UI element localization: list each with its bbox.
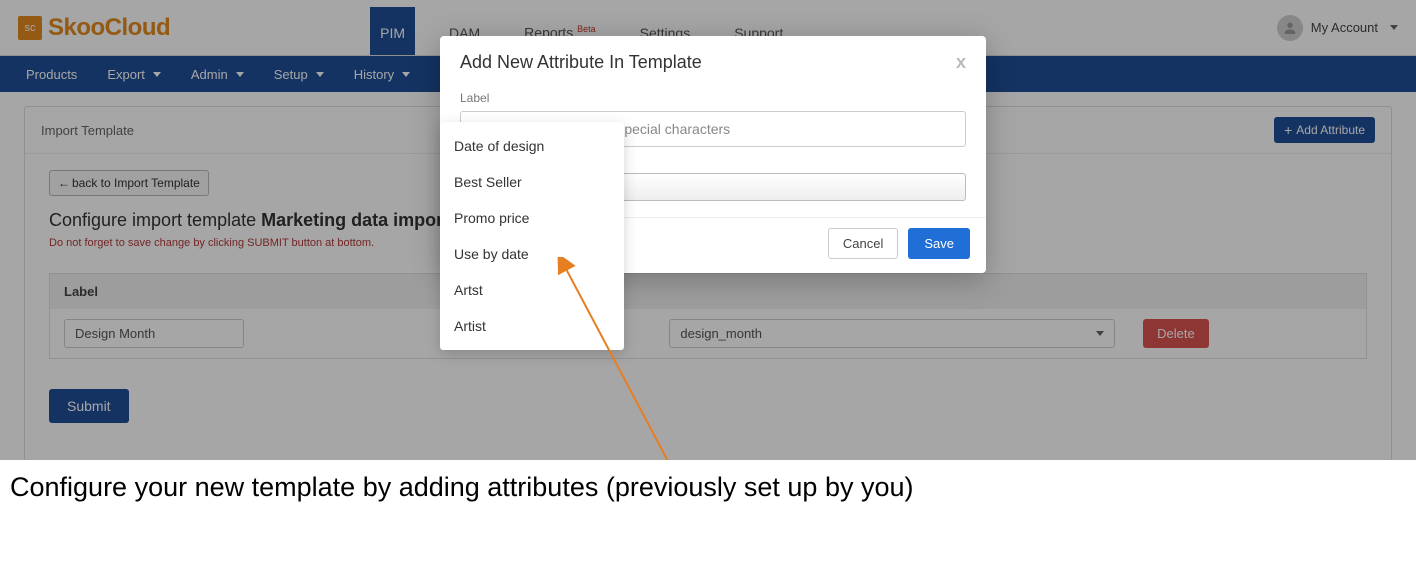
back-label: back to Import Template (72, 176, 200, 190)
account-label: My Account (1311, 20, 1378, 35)
subnav-label: Admin (191, 67, 228, 82)
chevron-down-icon (1096, 331, 1104, 336)
save-button[interactable]: Save (908, 228, 970, 259)
app-screenshot: sc SkooCloud PIM DAM Reports Beta Settin… (0, 0, 1416, 460)
add-attribute-label: Add Attribute (1296, 123, 1365, 137)
account-menu[interactable]: My Account (1277, 15, 1398, 41)
th-field (655, 274, 1129, 309)
add-attribute-button[interactable]: + Add Attribute (1274, 117, 1375, 143)
label-field-label: Label (460, 91, 966, 105)
table-header: Label (50, 274, 1366, 309)
modal-title: Add New Attribute In Template (460, 52, 702, 73)
subnav-label: Export (107, 67, 145, 82)
chevron-down-icon (402, 72, 410, 77)
chevron-down-icon (316, 72, 324, 77)
avatar-icon (1277, 15, 1303, 41)
row-field-select[interactable]: design_month (669, 319, 1115, 348)
row-field-value: design_month (680, 326, 762, 341)
subnav-item-history[interactable]: History (348, 59, 416, 90)
logo-badge-icon: sc (18, 16, 42, 40)
chevron-down-icon (1390, 25, 1398, 30)
delete-button[interactable]: Delete (1143, 319, 1209, 348)
subnav-label: History (354, 67, 394, 82)
chevron-left-icon: ← (58, 176, 70, 190)
attribute-table: Label Design Month design_month (49, 273, 1367, 359)
table-row: Design Month design_month Delete (50, 309, 1366, 358)
autocomplete-dropdown: Date of design Best Seller Promo price U… (440, 122, 624, 350)
modal-header: Add New Attribute In Template x (440, 36, 986, 85)
autocomplete-item[interactable]: Use by date (440, 236, 624, 272)
plus-icon: + (1284, 123, 1292, 137)
close-icon[interactable]: x (956, 52, 966, 73)
autocomplete-item[interactable]: Artst (440, 272, 624, 308)
subnav-item-products[interactable]: Products (20, 59, 83, 90)
configure-prefix: Configure import template (49, 210, 261, 230)
chevron-down-icon (153, 72, 161, 77)
autocomplete-item[interactable]: Best Seller (440, 164, 624, 200)
beta-badge: Beta (577, 24, 596, 34)
logo[interactable]: sc SkooCloud (18, 14, 170, 42)
autocomplete-item[interactable]: Artist (440, 308, 624, 344)
th-action (1129, 274, 1366, 309)
autocomplete-item[interactable]: Promo price (440, 200, 624, 236)
subnav-label: Setup (274, 67, 308, 82)
logo-text: SkooCloud (48, 14, 170, 42)
topnav-item-pim[interactable]: PIM (370, 7, 415, 55)
submit-button[interactable]: Submit (49, 389, 129, 423)
chevron-down-icon (236, 72, 244, 77)
autocomplete-item[interactable]: Date of design (440, 128, 624, 164)
row-label-input[interactable]: Design Month (64, 319, 244, 348)
subnav-item-export[interactable]: Export (101, 59, 167, 90)
breadcrumb: Import Template (41, 123, 134, 138)
cancel-button[interactable]: Cancel (828, 228, 898, 259)
annotation-caption: Configure your new template by adding at… (0, 460, 1416, 572)
subnav-item-setup[interactable]: Setup (268, 59, 330, 90)
subnav-item-admin[interactable]: Admin (185, 59, 250, 90)
back-button[interactable]: ← back to Import Template (49, 170, 209, 196)
